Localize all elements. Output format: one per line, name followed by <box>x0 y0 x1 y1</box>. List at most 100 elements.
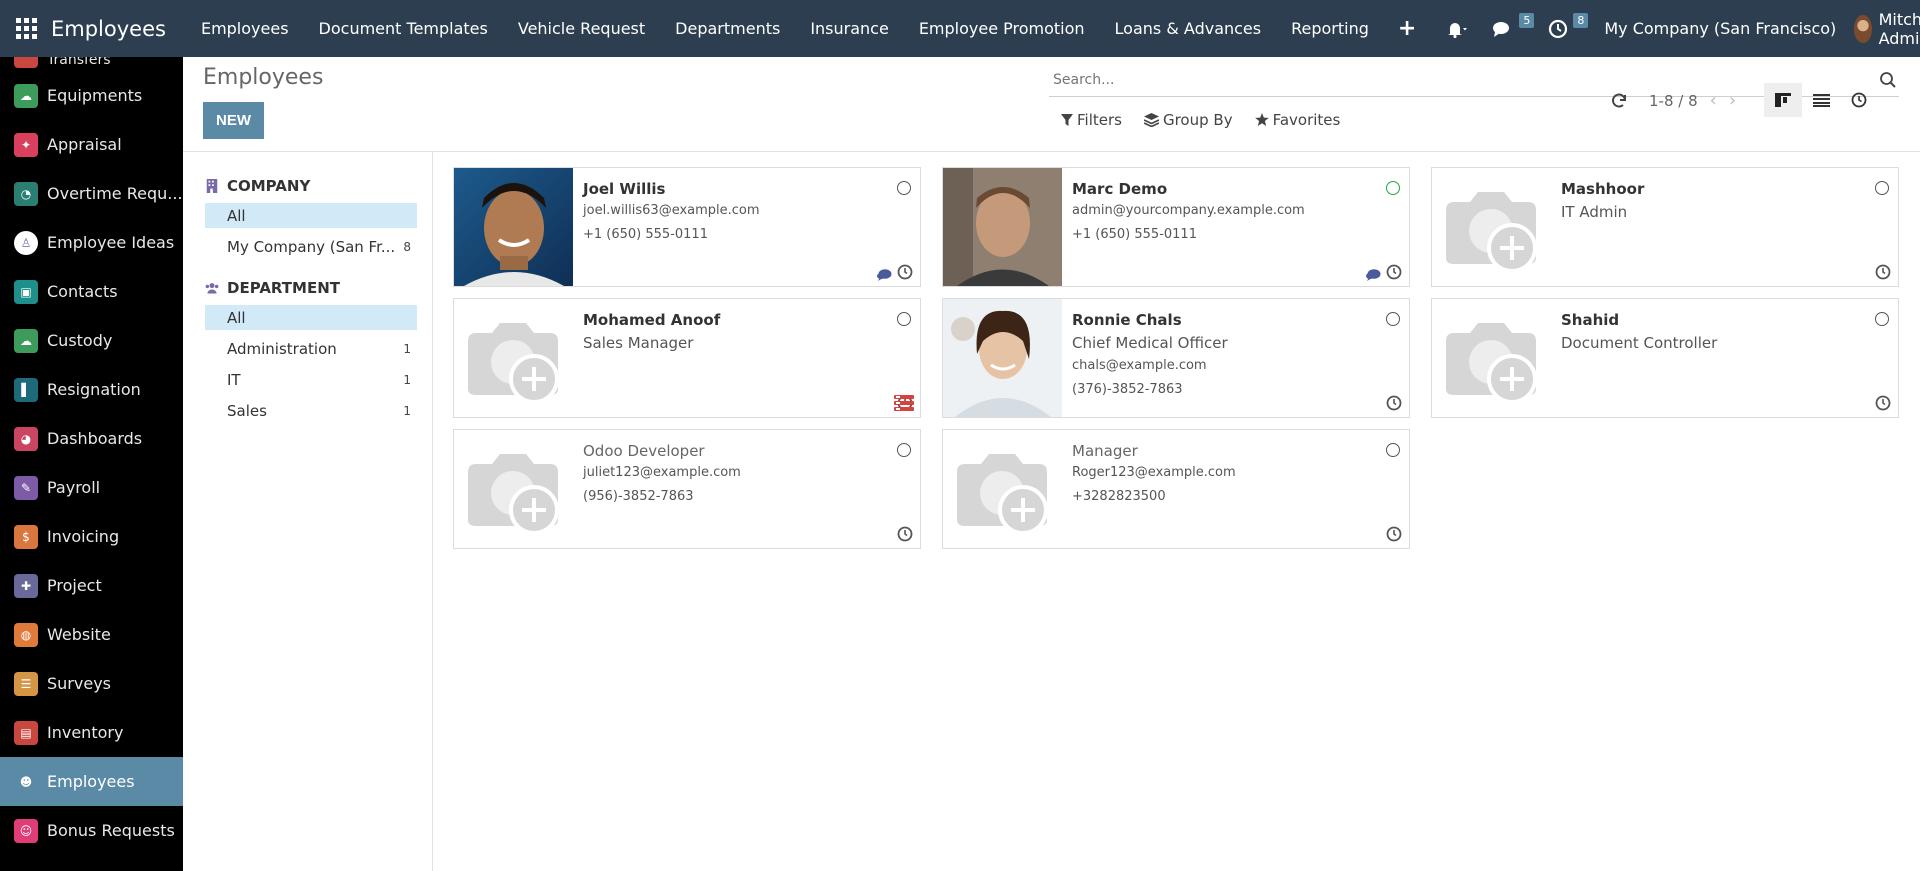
chat-icon[interactable] <box>876 268 892 282</box>
sidebar-item-project[interactable]: ✚ Project <box>0 561 183 610</box>
employee-card[interactable]: Marc Demo admin@yourcompany.example.com +1… <box>942 167 1410 287</box>
employee-card[interactable]: Odoo Developer juliet123@example.com (956)… <box>453 429 921 549</box>
activity-clock-icon[interactable] <box>897 526 913 542</box>
filter-item-all[interactable]: All <box>205 203 417 228</box>
equipments-icon: ☁ <box>14 83 38 108</box>
new-button[interactable]: NEW <box>203 102 264 139</box>
activities-button[interactable]: 8 <box>1536 0 1590 57</box>
building-icon <box>206 179 218 193</box>
menu-insurance[interactable]: Insurance <box>795 0 904 57</box>
sidebar-item-equipments[interactable]: ☁ Equipments <box>0 71 183 120</box>
activity-clock-icon[interactable] <box>1386 526 1402 542</box>
menu-employee-promotion[interactable]: Employee Promotion <box>904 0 1100 57</box>
chat-icon[interactable] <box>1365 268 1381 282</box>
company-switcher[interactable]: My Company (San Francisco) <box>1590 19 1850 38</box>
sidebar-item-inventory[interactable]: ▤ Inventory <box>0 708 183 757</box>
menu-reporting[interactable]: Reporting <box>1276 0 1384 57</box>
activity-clock-icon[interactable] <box>1875 264 1891 280</box>
employee-email: joel.willis63@example.com <box>583 203 760 218</box>
employee-card[interactable]: Joel Willis joel.willis63@example.com +1 (… <box>453 167 921 287</box>
filter-item-all[interactable]: All <box>205 305 417 330</box>
activity-clock-icon[interactable] <box>1386 395 1402 411</box>
sidebar-item-employee-ideas[interactable]: ♙ Employee Ideas <box>0 218 183 267</box>
overdue-list-icon[interactable] <box>894 395 914 411</box>
placeholder-photo-icon <box>943 430 1062 548</box>
employee-card[interactable]: Ronnie Chals Chief Medical Officer chals@e… <box>942 298 1410 418</box>
activity-clock-icon[interactable] <box>1875 395 1891 411</box>
website-icon: ◍ <box>14 622 38 647</box>
refresh-icon[interactable] <box>1610 92 1628 110</box>
filter-item-sales[interactable]: Sales 1 <box>205 398 417 423</box>
filters-button[interactable]: Filters <box>1061 111 1122 129</box>
contacts-icon: ▣ <box>14 279 38 304</box>
notifications-button[interactable] <box>1430 0 1480 57</box>
employee-email: admin@yourcompany.example.com <box>1072 203 1305 218</box>
chat-bubbles-icon <box>1493 21 1510 37</box>
kanban-view-button[interactable] <box>1764 83 1802 117</box>
activities-badge: 8 <box>1573 13 1589 28</box>
sidebar-item-resignation[interactable]: ▌ Resignation <box>0 365 183 414</box>
sidebar-item-invoicing[interactable]: $ Invoicing <box>0 512 183 561</box>
pager-value[interactable]: 1-8 / 8 <box>1649 92 1698 110</box>
menu-loans-advances[interactable]: Loans & Advances <box>1100 0 1277 57</box>
sidebar-item-contacts[interactable]: ▣ Contacts <box>0 267 183 316</box>
sidebar-item-website[interactable]: ◍ Website <box>0 610 183 659</box>
employee-card[interactable]: Mohamed Anoof Sales Manager <box>453 298 921 418</box>
offline-status-icon <box>897 181 911 195</box>
menu-employees[interactable]: Employees <box>186 0 304 57</box>
activity-clock-icon[interactable] <box>897 264 913 280</box>
sidebar-item-payroll[interactable]: ✎ Payroll <box>0 463 183 512</box>
app-title[interactable]: Employees <box>51 17 166 41</box>
sidebar-item-surveys[interactable]: ☰ Surveys <box>0 659 183 708</box>
list-view-button[interactable] <box>1802 83 1840 117</box>
sidebar-item-overtime-requ[interactable]: ◔ Overtime Requ... <box>0 169 183 218</box>
messages-button[interactable]: 5 <box>1480 0 1536 57</box>
online-status-icon <box>1386 181 1400 195</box>
employee-card[interactable]: Shahid Document Controller <box>1431 298 1899 418</box>
sidebar-item-custody[interactable]: ☁ Custody <box>0 316 183 365</box>
sidebar-item-bonus-requests[interactable]: ☺ Bonus Requests <box>0 806 183 855</box>
surveys-icon: ☰ <box>14 671 38 696</box>
bell-icon <box>1448 22 1468 38</box>
payroll-icon: ✎ <box>14 475 38 500</box>
pager-previous-icon[interactable]: ‹ <box>1710 90 1717 111</box>
menu-document-templates[interactable]: Document Templates <box>304 0 503 57</box>
filter-count: 8 <box>403 239 411 254</box>
filter-icon <box>1061 113 1073 126</box>
list-icon <box>1812 93 1830 107</box>
groupby-button[interactable]: Group By <box>1143 111 1233 129</box>
filter-item-it[interactable]: IT 1 <box>205 367 417 392</box>
filter-item-administration[interactable]: Administration 1 <box>205 336 417 361</box>
employee-card[interactable]: Mashhoor IT Admin <box>1431 167 1899 287</box>
sidebar-item-transfers[interactable]: Transfers <box>0 57 183 71</box>
placeholder-photo-icon <box>454 299 573 417</box>
placeholder-photo-icon <box>1432 168 1551 286</box>
filter-item-my-company-san-fr[interactable]: My Company (San Fr... 8 <box>205 234 417 259</box>
employee-name: Marc Demo <box>1072 180 1168 198</box>
offline-status-icon <box>897 443 911 457</box>
favorites-button[interactable]: Favorites <box>1254 111 1340 129</box>
sidebar-item-employees[interactable]: ☻ Employees <box>0 757 183 806</box>
employee-photo <box>943 299 1062 417</box>
search-icon[interactable] <box>1879 71 1897 89</box>
clock-icon <box>1549 19 1568 38</box>
apps-menu-icon[interactable] <box>16 17 37 40</box>
menu-vehicle-request[interactable]: Vehicle Request <box>503 0 660 57</box>
employee-card[interactable]: Manager Roger123@example.com +3282823500 <box>942 429 1410 549</box>
employee-job-title: IT Admin <box>1561 203 1628 221</box>
activity-view-button[interactable] <box>1840 83 1878 117</box>
sidebar-item-dashboards[interactable]: ◕ Dashboards <box>0 414 183 463</box>
pager-next-icon[interactable]: › <box>1729 90 1736 111</box>
add-menu-button[interactable]: + <box>1384 0 1430 57</box>
sidebar-item-appraisal[interactable]: ✦ Appraisal <box>0 120 183 169</box>
activity-clock-icon[interactable] <box>1386 264 1402 280</box>
users-icon <box>205 283 219 294</box>
filter-count: 1 <box>403 341 411 356</box>
employee-name: Mashhoor <box>1561 180 1645 198</box>
menu-departments[interactable]: Departments <box>660 0 795 57</box>
project-icon: ✚ <box>14 573 38 598</box>
overtime-requ-icon: ◔ <box>14 181 38 206</box>
user-menu[interactable]: Mitchell Admin <box>1850 10 1920 48</box>
search-input[interactable] <box>1049 71 1879 88</box>
employee-phone: +1 (650) 555-0111 <box>1072 227 1197 242</box>
